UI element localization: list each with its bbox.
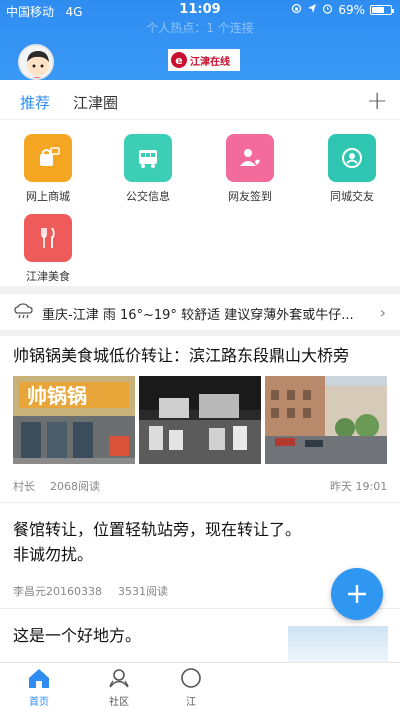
- status-icons: 69%: [291, 3, 394, 17]
- rain-icon: [13, 303, 35, 325]
- divider: [0, 330, 400, 336]
- post-reads: 2068阅读: [50, 480, 100, 493]
- post-photo-2[interactable]: [139, 376, 261, 464]
- tab-bar: 推荐 江津圈 +: [0, 84, 400, 120]
- community-icon: [107, 669, 131, 692]
- weather-text: 重庆-江津 雨 16°~19° 较舒适 建议穿薄外套或牛仔...: [42, 308, 354, 323]
- post-author[interactable]: 李昌元20160338: [13, 583, 102, 599]
- grid-label: 公交信息: [126, 190, 170, 203]
- grid-item-friends[interactable]: 同城交友: [317, 134, 387, 204]
- grid-label: 网友签到: [228, 190, 272, 203]
- create-post-button[interactable]: [331, 568, 383, 620]
- home-icon: [27, 669, 51, 692]
- grid-label: 同城交友: [330, 190, 374, 203]
- svg-text:帅锅锅: 帅锅锅: [27, 384, 87, 408]
- nav-community[interactable]: 社区: [94, 667, 144, 708]
- grid-item-mall[interactable]: 网上商城: [13, 134, 83, 204]
- post-title[interactable]: 餐馆转让，位置轻轨站旁，现在转让了。: [13, 518, 301, 542]
- post-photo-3[interactable]: [265, 376, 387, 464]
- add-tab-button[interactable]: +: [366, 86, 388, 116]
- nav-fade-overlay: [200, 663, 400, 711]
- grid-label: 网上商城: [26, 190, 70, 203]
- logo-text: 江津在线: [190, 56, 230, 68]
- logo-icon: e: [171, 52, 187, 68]
- battery-icon: [370, 5, 394, 15]
- grid-item-bus[interactable]: 公交信息: [113, 134, 183, 204]
- checkin-icon: [226, 134, 274, 182]
- hotspot-banner[interactable]: 个人热点：1 个连接: [0, 19, 400, 36]
- divider: [0, 502, 400, 503]
- food-icon: [24, 214, 72, 262]
- chevron-right-icon[interactable]: ›: [380, 303, 386, 322]
- app-logo: e 江津在线: [168, 49, 240, 71]
- post-time: 昨天 19:01: [330, 480, 388, 493]
- grid-label: 江津美食: [26, 270, 70, 283]
- grid-item-checkin[interactable]: 网友签到: [215, 134, 285, 204]
- rotation-lock-icon: [291, 3, 302, 17]
- shopping-icon: [24, 134, 72, 182]
- nav-home[interactable]: 首页: [14, 667, 64, 708]
- post-thumbnail[interactable]: [288, 626, 388, 662]
- status-bar: 中国移动 4G 11:09 69%: [0, 0, 400, 20]
- bottom-nav: 首页 社区 江: [0, 662, 400, 711]
- bus-icon: [124, 134, 172, 182]
- friend-icon: [328, 134, 376, 182]
- post-title-line2[interactable]: 非诚勿扰。: [13, 543, 93, 567]
- tab-jiangjin-circle[interactable]: 江津圈: [73, 92, 118, 113]
- divider: [0, 286, 400, 294]
- location-icon: [307, 3, 317, 17]
- weather-bar[interactable]: 重庆-江津 雨 16°~19° 较舒适 建议穿薄外套或牛仔... ›: [0, 296, 400, 328]
- alarm-icon: [322, 3, 333, 17]
- post-author[interactable]: 村长: [13, 478, 35, 494]
- nav-label: 首页: [29, 697, 49, 708]
- post-title[interactable]: 帅锅锅美食城低价转让：滨江路东段鼎山大桥旁: [13, 344, 349, 368]
- avatar[interactable]: [18, 44, 54, 80]
- tab-recommend[interactable]: 推荐: [20, 92, 50, 113]
- post-photo-1[interactable]: 帅锅锅: [13, 376, 135, 464]
- post-title[interactable]: 这是一个好地方。: [13, 624, 141, 648]
- battery-percent: 69%: [338, 3, 365, 17]
- grid-item-food[interactable]: 江津美食: [13, 214, 83, 284]
- post-reads: 3531阅读: [118, 585, 168, 598]
- nav-label: 社区: [109, 697, 129, 708]
